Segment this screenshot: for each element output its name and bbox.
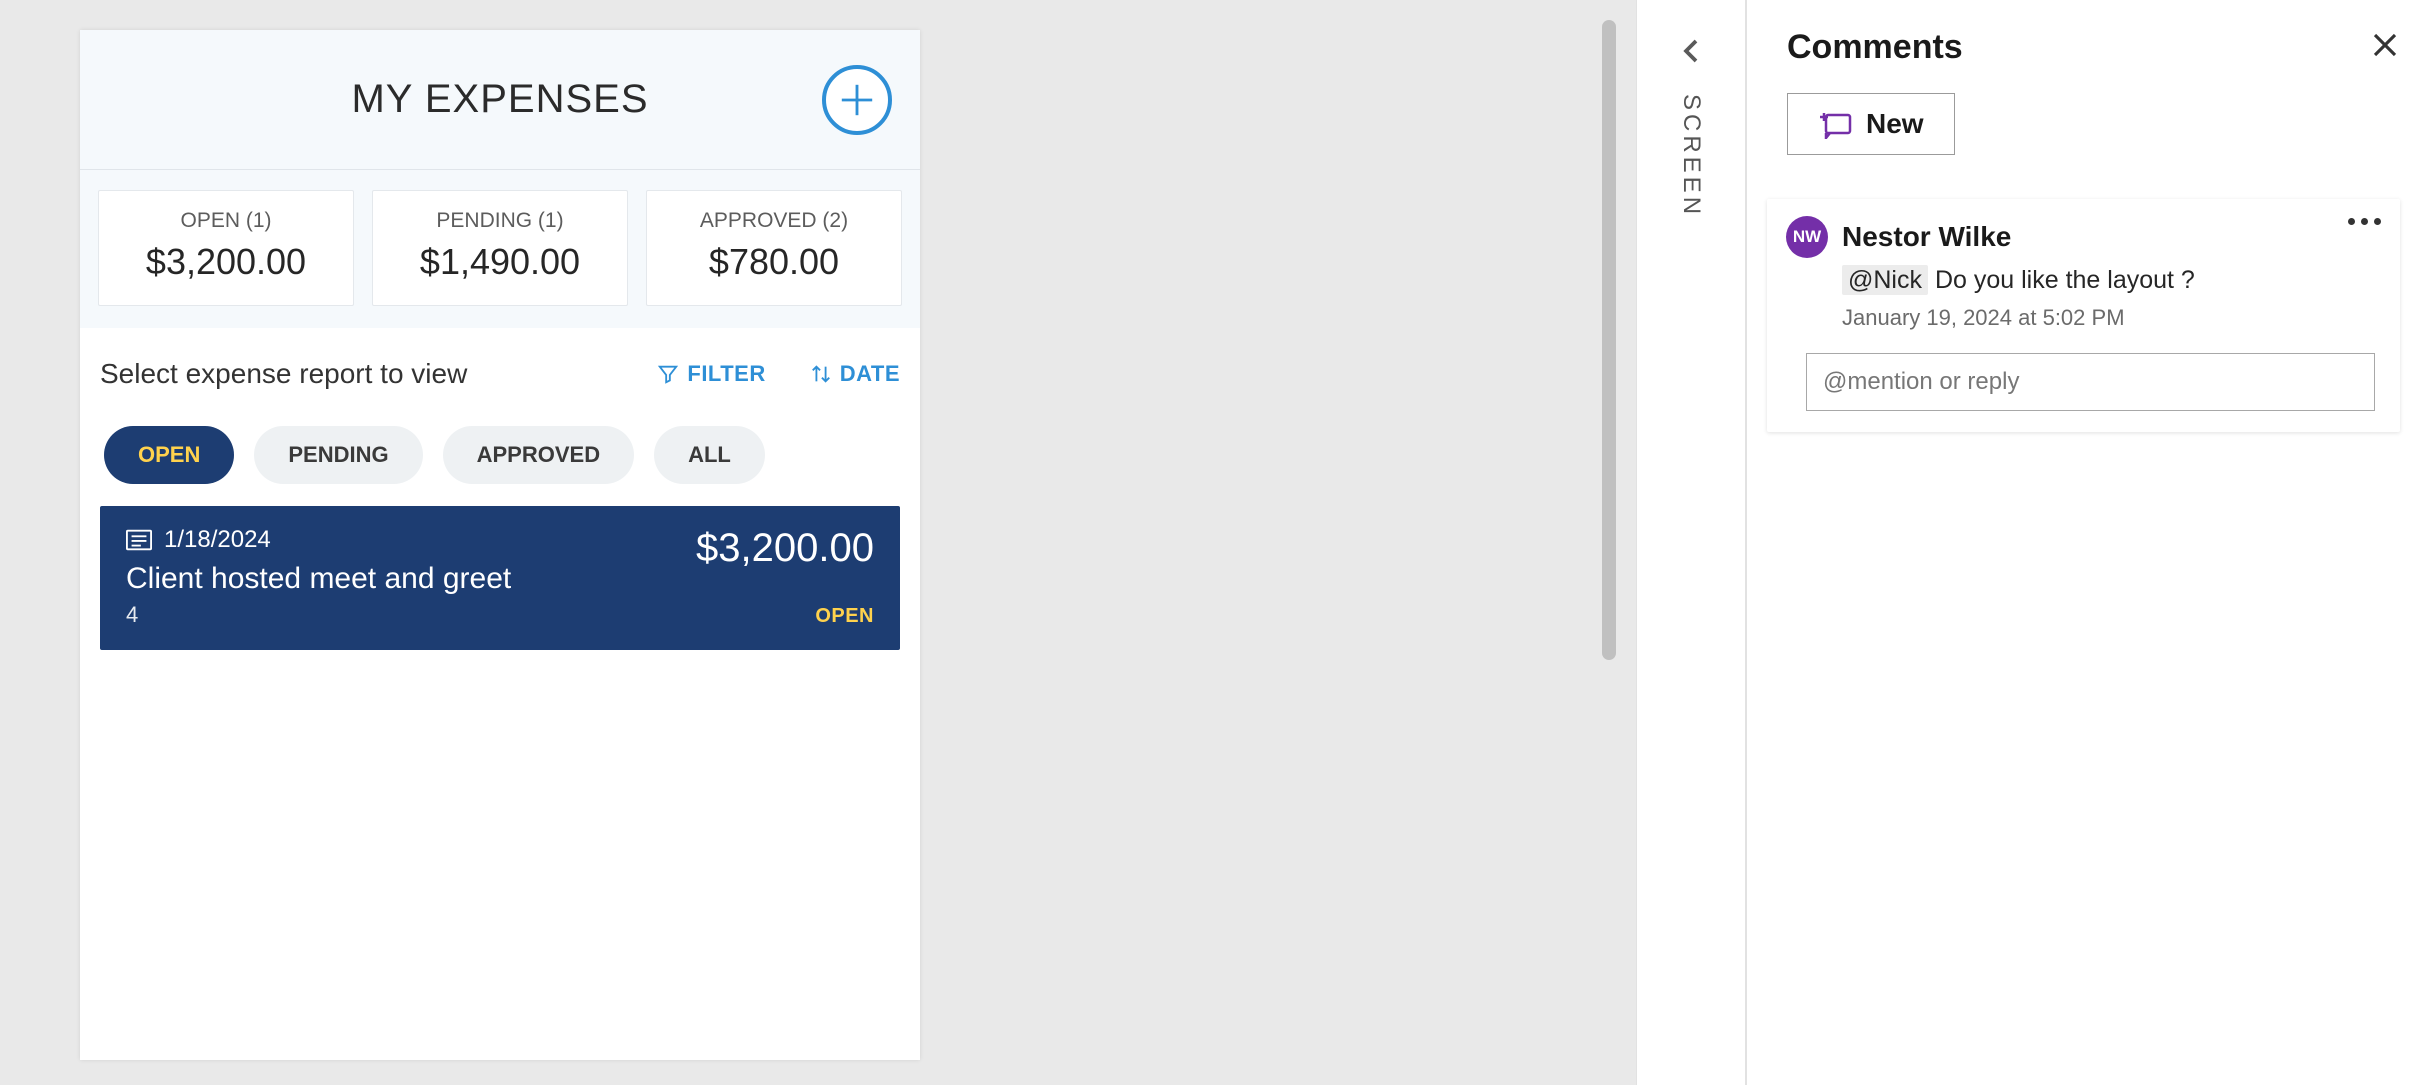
- expense-date: 1/18/2024: [164, 526, 271, 554]
- tab-all[interactable]: ALL: [654, 426, 765, 484]
- stat-card-open[interactable]: OPEN (1) $3,200.00: [98, 190, 354, 306]
- list-title: Select expense report to view: [100, 358, 467, 390]
- stat-label: APPROVED (2): [657, 209, 891, 233]
- app-header: MY EXPENSES: [80, 30, 920, 170]
- status-tabs: OPEN PENDING APPROVED ALL: [100, 426, 900, 484]
- tab-pending[interactable]: PENDING: [254, 426, 422, 484]
- avatar: NW: [1786, 216, 1828, 258]
- comments-header: Comments: [1787, 28, 2400, 67]
- expense-card-right: $3,200.00 OPEN: [696, 526, 874, 628]
- comment-menu-button[interactable]: [2348, 218, 2381, 225]
- stat-label: OPEN (1): [109, 209, 343, 233]
- tab-approved[interactable]: APPROVED: [443, 426, 634, 484]
- scrollbar-thumb[interactable]: [1602, 20, 1616, 660]
- expense-card-left: 1/18/2024 Client hosted meet and greet 4: [126, 526, 511, 628]
- comment-text: Do you like the layout ?: [1935, 266, 2195, 294]
- expense-card[interactable]: 1/18/2024 Client hosted meet and greet 4…: [100, 506, 900, 650]
- list-header: Select expense report to view FILTER DAT…: [100, 358, 900, 390]
- comment-head: NW Nestor Wilke: [1786, 216, 2381, 258]
- comments-panel: Comments New NW Nestor Wilke @Nick Do yo…: [1746, 0, 2430, 1085]
- filter-button[interactable]: FILTER: [657, 361, 765, 387]
- comment-timestamp: January 19, 2024 at 5:02 PM: [1842, 305, 2381, 331]
- add-expense-button[interactable]: [822, 65, 892, 135]
- sort-icon: [810, 363, 832, 385]
- stat-value: $1,490.00: [383, 241, 617, 283]
- vertical-scrollbar[interactable]: [1600, 0, 1620, 1085]
- expense-sub: 4: [126, 602, 511, 628]
- tab-open[interactable]: OPEN: [104, 426, 234, 484]
- comments-title: Comments: [1787, 28, 1963, 67]
- stats-row: OPEN (1) $3,200.00 PENDING (1) $1,490.00…: [80, 170, 920, 328]
- expense-amount: $3,200.00: [696, 526, 874, 571]
- screen-side-tab: SCREEN: [1636, 0, 1746, 1085]
- comment-body: @Nick Do you like the layout ?: [1842, 266, 2381, 295]
- filter-icon: [657, 363, 679, 385]
- list-tools: FILTER DATE: [657, 361, 900, 387]
- expense-status: OPEN: [815, 605, 874, 628]
- comment-card: NW Nestor Wilke @Nick Do you like the la…: [1767, 199, 2400, 432]
- new-comment-button[interactable]: New: [1787, 93, 1955, 155]
- new-comment-icon: [1818, 109, 1852, 139]
- close-comments-button[interactable]: [2370, 30, 2400, 65]
- expenses-app: MY EXPENSES OPEN (1) $3,200.00 PENDING (…: [80, 30, 920, 1060]
- stat-card-pending[interactable]: PENDING (1) $1,490.00: [372, 190, 628, 306]
- screen-tab-label[interactable]: SCREEN: [1677, 94, 1705, 218]
- expense-title: Client hosted meet and greet: [126, 560, 511, 598]
- chevron-left-icon[interactable]: [1676, 36, 1706, 66]
- filter-label: FILTER: [687, 361, 765, 387]
- expense-date-row: 1/18/2024: [126, 526, 511, 554]
- sort-date-button[interactable]: DATE: [810, 361, 900, 387]
- close-icon: [2370, 30, 2400, 60]
- stat-label: PENDING (1): [383, 209, 617, 233]
- expense-list-section: Select expense report to view FILTER DAT…: [80, 328, 920, 650]
- new-comment-label: New: [1866, 108, 1924, 140]
- comment-author: Nestor Wilke: [1842, 221, 2011, 253]
- reply-input[interactable]: [1806, 353, 2375, 411]
- app-title: MY EXPENSES: [351, 77, 648, 122]
- date-label: DATE: [840, 361, 900, 387]
- stat-value: $3,200.00: [109, 241, 343, 283]
- stat-card-approved[interactable]: APPROVED (2) $780.00: [646, 190, 902, 306]
- plus-icon: [838, 81, 876, 119]
- stat-value: $780.00: [657, 241, 891, 283]
- comment-mention[interactable]: @Nick: [1842, 265, 1928, 295]
- document-icon: [126, 529, 152, 551]
